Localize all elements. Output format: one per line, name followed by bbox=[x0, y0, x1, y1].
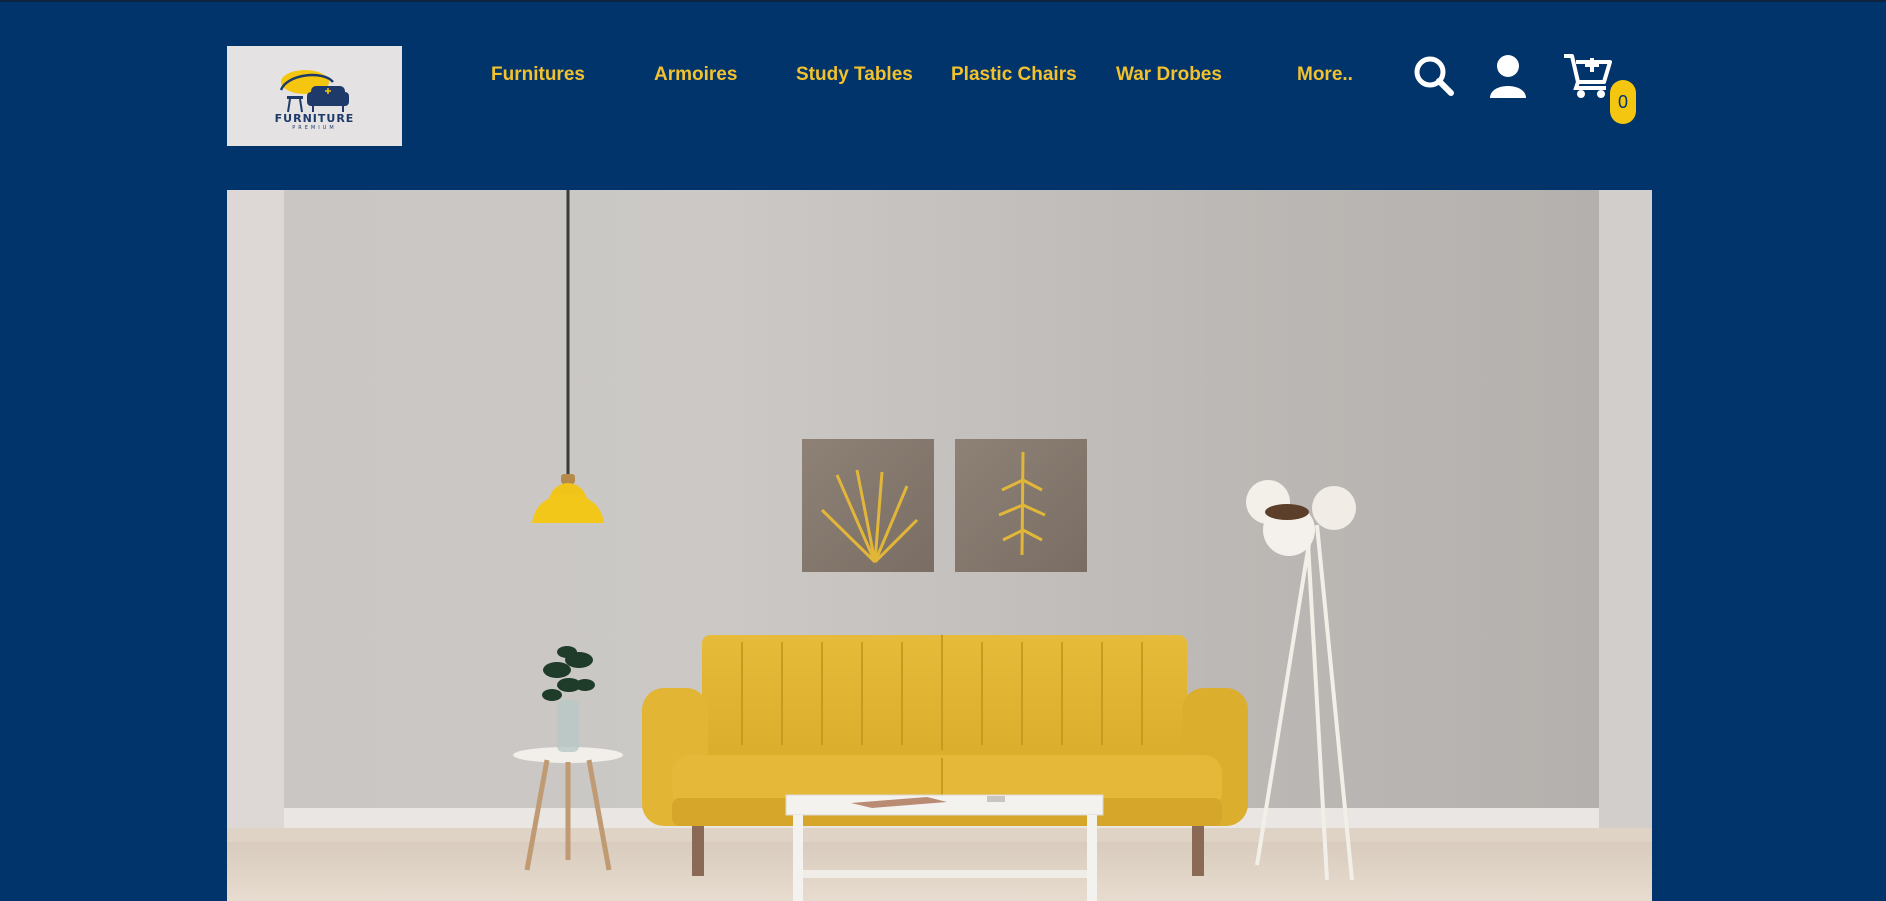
nav-more[interactable]: More.. bbox=[1297, 64, 1353, 86]
nav-plastic-chairs[interactable]: Plastic Chairs bbox=[951, 64, 1077, 86]
nav-armoires[interactable]: Armoires bbox=[654, 64, 737, 86]
account-button[interactable] bbox=[1488, 54, 1528, 103]
sofa-lamp-logo-icon bbox=[279, 69, 349, 112]
brand-name: FURNITURE bbox=[274, 111, 355, 125]
brand-tagline: PREMIUM bbox=[292, 124, 337, 131]
nav-war-drobes[interactable]: War Drobes bbox=[1116, 64, 1222, 86]
user-icon bbox=[1490, 55, 1526, 98]
hero-banner bbox=[227, 190, 1652, 901]
search-icon bbox=[1414, 56, 1454, 96]
brand-logo[interactable]: FURNITURE PREMIUM bbox=[227, 46, 402, 146]
living-room-illustration bbox=[227, 190, 1652, 901]
nav-furnitures[interactable]: Furnitures bbox=[491, 64, 585, 86]
top-border bbox=[0, 0, 1886, 2]
nav-study-tables[interactable]: Study Tables bbox=[796, 64, 913, 86]
search-button[interactable] bbox=[1412, 54, 1456, 103]
cart-button[interactable] bbox=[1562, 52, 1614, 105]
cart-count-badge: 0 bbox=[1610, 80, 1636, 124]
cart-icon bbox=[1564, 54, 1612, 98]
